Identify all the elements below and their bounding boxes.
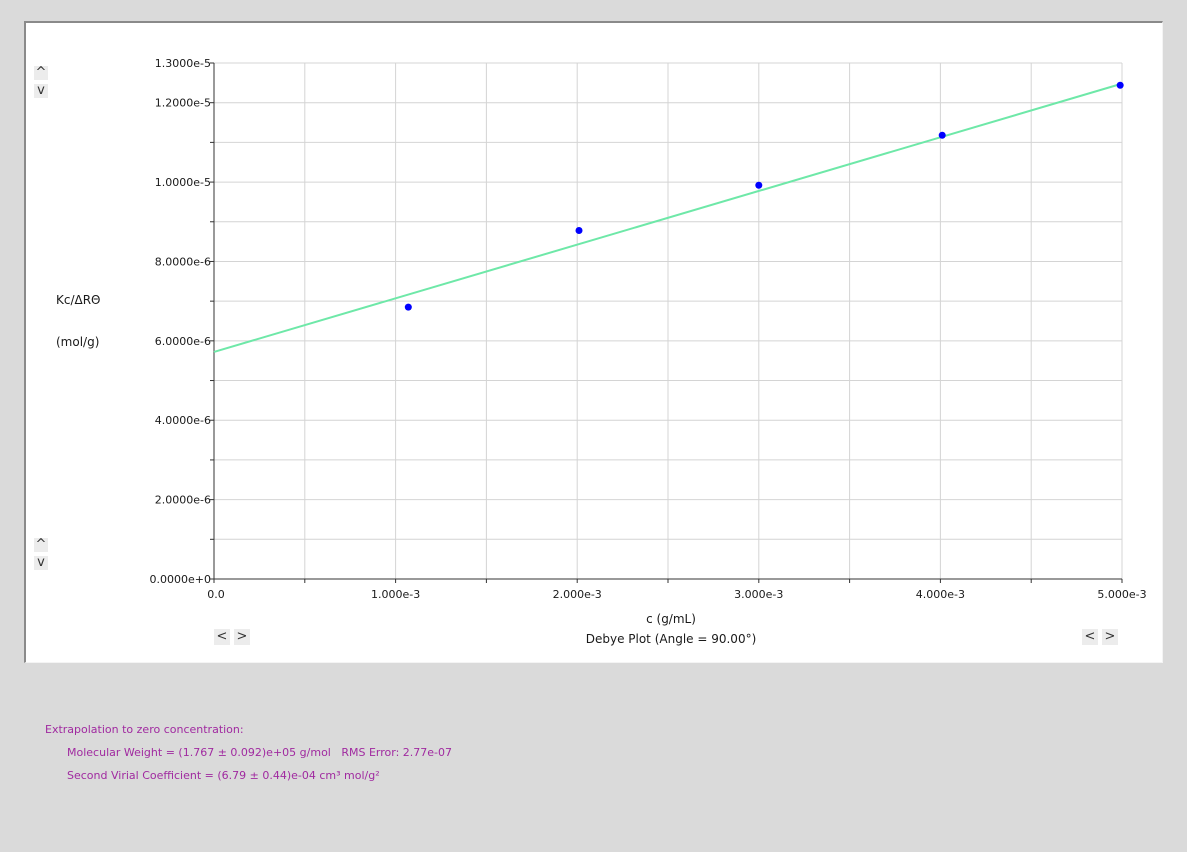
virial-coefficient-result: Second Virial Coefficient = (6.79 ± 0.44…	[67, 769, 380, 782]
y-max-scroll-down-button[interactable]: v	[34, 84, 48, 98]
results-panel: Extrapolation to zero concentration: Mol…	[45, 722, 452, 791]
debye-chart: 0.0000e+0 2.0000e-6 4.0000e-6 6.0000e-6 8.00…	[56, 57, 1147, 646]
axes	[210, 62, 1123, 583]
y-min-scroll-up-button[interactable]: ^	[34, 538, 48, 552]
x-min-scroll-right-button[interactable]: >	[234, 629, 250, 645]
data-point	[1116, 81, 1124, 89]
x-tick-label: 5.000e-3	[1097, 588, 1146, 601]
y-tick-label: 1.0000e-5	[155, 176, 211, 189]
x-axis-title: c (g/mL)	[646, 612, 696, 626]
y-tick-label: 1.3000e-5	[155, 57, 211, 70]
y-max-scroll-up-button[interactable]: ^	[34, 66, 48, 80]
data-point	[404, 303, 412, 311]
y-tick-label: 6.0000e-6	[155, 335, 211, 348]
y-tick-label: 1.2000e-5	[155, 97, 211, 110]
x-min-scroll-left-button[interactable]: <	[214, 629, 230, 645]
tick-labels: 0.0000e+0 2.0000e-6 4.0000e-6 6.0000e-6 8.00…	[150, 57, 1147, 601]
data-point	[938, 131, 946, 139]
x-max-scroll-left-button[interactable]: <	[1082, 629, 1098, 645]
molecular-weight-result: Molecular Weight = (1.767 ± 0.092)e+05 g…	[67, 746, 453, 759]
y-axis-title-line2: (mol/g)	[56, 335, 99, 349]
series	[213, 81, 1124, 353]
x-tick-label: 0.0	[207, 588, 225, 601]
y-min-scroll-down-button[interactable]: v	[34, 556, 48, 570]
x-tick-label: 1.000e-3	[371, 588, 420, 601]
x-max-scroll-right-button[interactable]: >	[1102, 629, 1118, 645]
y-tick-label: 0.0000e+0	[150, 573, 211, 586]
y-tick-label: 4.0000e-6	[155, 414, 211, 427]
x-tick-label: 4.000e-3	[916, 588, 965, 601]
y-axis-title-line1: Kc/ΔRΘ	[56, 293, 101, 307]
y-tick-label: 2.0000e-6	[155, 494, 211, 507]
y-tick-label: 8.0000e-6	[155, 255, 211, 268]
grid-lines	[214, 62, 1123, 579]
x-tick-label: 3.000e-3	[734, 588, 783, 601]
x-tick-label: 2.000e-3	[553, 588, 602, 601]
chart-title: Debye Plot (Angle = 90.00°)	[586, 632, 757, 646]
data-point	[755, 181, 763, 189]
data-point	[575, 227, 583, 235]
plot-panel: 0.0000e+0 2.0000e-6 4.0000e-6 6.0000e-6 8.00…	[24, 21, 1163, 663]
results-heading: Extrapolation to zero concentration:	[45, 723, 244, 736]
